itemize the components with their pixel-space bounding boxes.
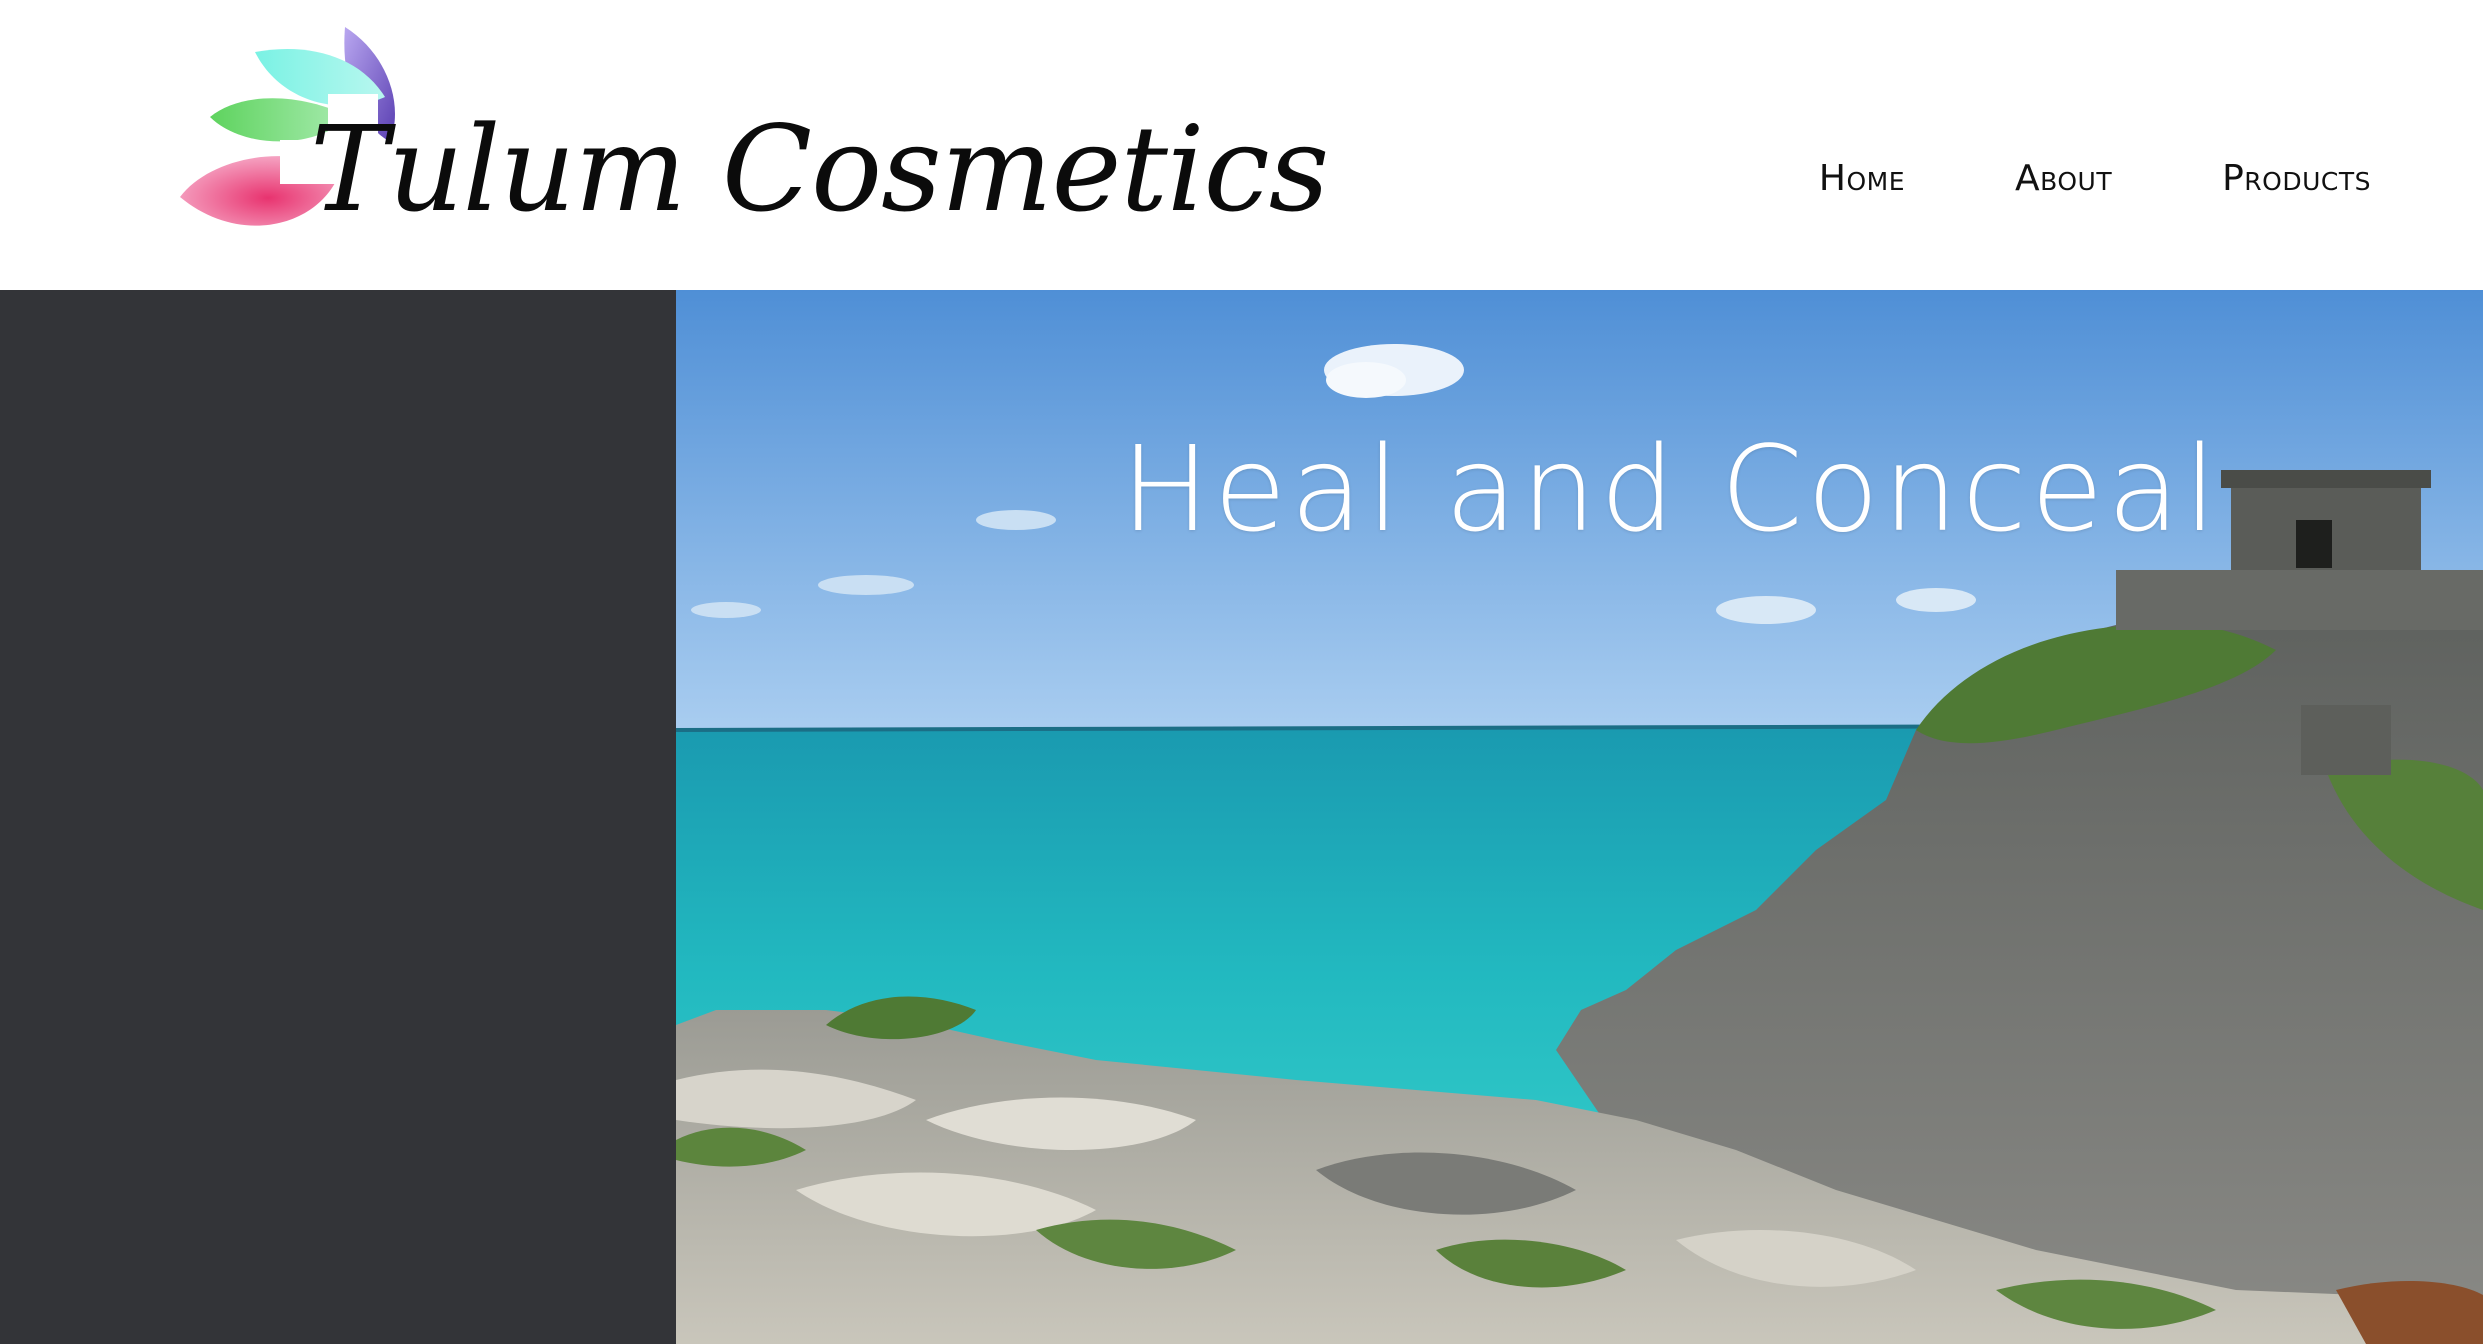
nav-products-link[interactable]: Products [2222, 158, 2371, 199]
nav-about-link[interactable]: About [2015, 158, 2112, 199]
page: Tulum Cosmetics Home About Products Heal… [0, 0, 2483, 1344]
hero-banner: Heal and Conceal [676, 290, 2483, 1344]
hero-title: Heal and Conceal [1121, 420, 2221, 558]
brand-name: Tulum Cosmetics [310, 100, 1329, 238]
nav-home-link[interactable]: Home [1819, 158, 1905, 199]
brand-logo[interactable]: Tulum Cosmetics [180, 22, 1329, 262]
sidebar-panel [0, 290, 676, 1344]
main-nav: Home About Products [1819, 158, 2371, 199]
site-header: Tulum Cosmetics Home About Products [0, 0, 2483, 290]
